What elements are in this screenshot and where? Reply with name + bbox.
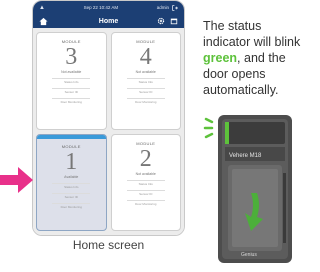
divider bbox=[126, 98, 165, 99]
module-card-4[interactable]: MODULE 4 Not available Status Info Senso… bbox=[110, 32, 181, 130]
divider bbox=[126, 78, 165, 79]
divider bbox=[52, 192, 91, 194]
module-info-2: Sensor ID bbox=[64, 90, 78, 94]
module-status: Available bbox=[64, 174, 79, 179]
module-info-1: Status Info bbox=[138, 181, 153, 186]
module-status: Not available bbox=[135, 70, 156, 74]
app-bar: Home bbox=[33, 14, 184, 28]
status-bar: ▲ Sep 22 10:42 AM admin bbox=[33, 1, 184, 14]
divider bbox=[126, 179, 165, 181]
module-info-2: Sensor ID bbox=[139, 90, 153, 94]
gear-icon[interactable] bbox=[157, 17, 165, 25]
divider bbox=[126, 88, 165, 89]
module-info-2: Sensor ID bbox=[139, 191, 153, 196]
device-label: Vehere M18 bbox=[229, 153, 262, 159]
instruction-part1: The status indicator will blink bbox=[203, 19, 301, 49]
screen-caption: Home screen bbox=[72, 238, 145, 252]
instruction-green: green bbox=[203, 51, 238, 65]
locker-device: Vehere M18 Genius bbox=[203, 113, 305, 267]
module-number: 1 bbox=[65, 148, 78, 175]
module-number: 2 bbox=[139, 145, 152, 172]
module-number: 4 bbox=[139, 44, 152, 70]
module-info-1: Status Info bbox=[138, 80, 153, 84]
status-time: Sep 22 10:42 AM bbox=[83, 5, 119, 10]
divider bbox=[52, 98, 91, 99]
module-info-1: Status Info bbox=[64, 184, 79, 189]
status-user: admin bbox=[156, 5, 169, 10]
blink-indicator-icon bbox=[203, 117, 214, 139]
module-number: 3 bbox=[65, 44, 78, 70]
module-status: Not available bbox=[61, 70, 82, 74]
module-grid: MODULE 3 Not available Status Info Senso… bbox=[36, 32, 181, 231]
module-info-3: Door Monitoring bbox=[60, 100, 82, 104]
divider bbox=[52, 182, 91, 184]
divider bbox=[52, 78, 91, 79]
divider bbox=[52, 88, 91, 89]
selected-bar bbox=[37, 134, 106, 139]
divider bbox=[126, 199, 165, 201]
divider bbox=[126, 189, 165, 191]
module-info-3: Door Monitoring bbox=[135, 201, 157, 206]
logout-icon[interactable] bbox=[172, 4, 178, 11]
instruction-text: The status indicator will blink green, a… bbox=[203, 18, 305, 98]
phone-screen: ▲ Sep 22 10:42 AM admin Home MODULE 3 No… bbox=[32, 0, 185, 236]
module-status: Not available bbox=[135, 171, 156, 176]
device-brand: Genius bbox=[241, 252, 257, 258]
module-card-3[interactable]: MODULE 3 Not available Status Info Senso… bbox=[36, 32, 107, 130]
divider bbox=[52, 202, 91, 204]
module-area: MODULE 3 Not available Status Info Senso… bbox=[33, 28, 184, 235]
module-info-2: Sensor ID bbox=[64, 194, 78, 199]
module-card-1[interactable]: MODULE 1 Available Status Info Sensor ID… bbox=[36, 133, 107, 231]
module-info-3: Door Monitoring bbox=[60, 204, 82, 209]
module-info-3: Door Monitoring bbox=[135, 100, 157, 104]
module-info-1: Status Info bbox=[64, 80, 79, 84]
module-card-2[interactable]: MODULE 2 Not available Status Info Senso… bbox=[110, 133, 181, 231]
calendar-icon[interactable] bbox=[170, 17, 178, 25]
home-icon[interactable] bbox=[39, 17, 48, 26]
module-label: MODULE bbox=[136, 140, 156, 146]
module-label: MODULE bbox=[61, 143, 81, 149]
pointer-arrow-icon bbox=[0, 167, 33, 193]
